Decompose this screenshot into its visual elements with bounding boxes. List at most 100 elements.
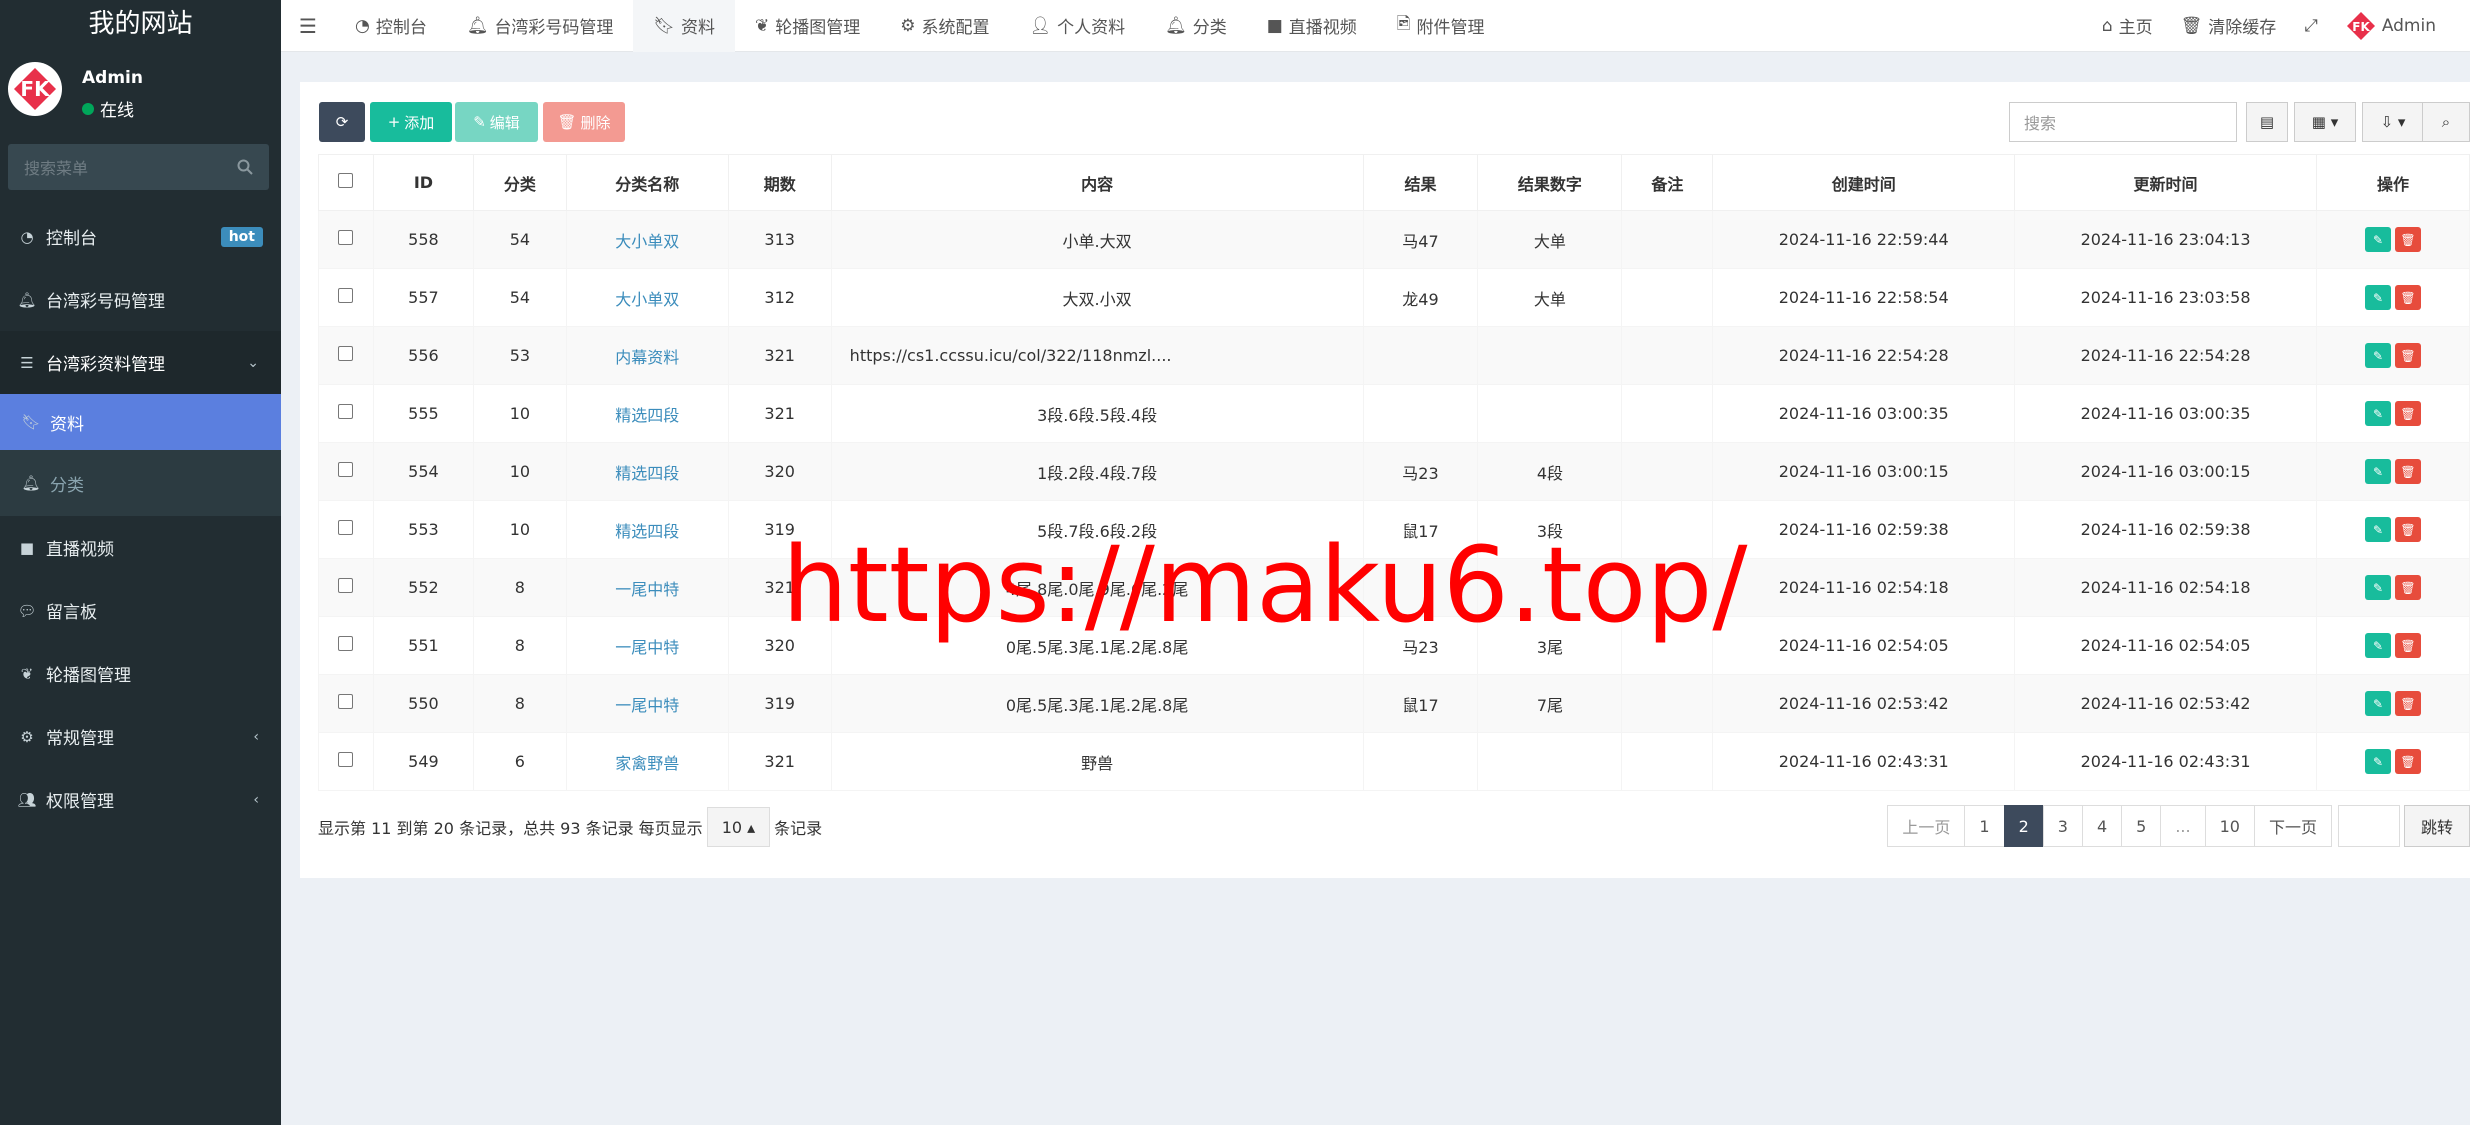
sidebar-toggle-button[interactable]: ☰ — [281, 0, 335, 52]
row-select-cell[interactable] — [318, 674, 374, 733]
page-button[interactable]: 3 — [2042, 805, 2083, 847]
delete-row-button[interactable]: 🗑︎ — [2394, 575, 2421, 600]
delete-row-button[interactable]: 🗑︎ — [2394, 401, 2421, 426]
edit-row-button[interactable]: ✎ — [2364, 749, 2391, 774]
sidebar-item-message-board[interactable]: 💬︎ 留言板 — [0, 579, 281, 642]
col-header[interactable]: 分类 — [472, 154, 567, 211]
col-header[interactable]: 结果数字 — [1477, 154, 1623, 211]
page-button[interactable]: 10 — [2204, 805, 2255, 847]
row-select-cell[interactable] — [318, 500, 374, 559]
row-checkbox[interactable] — [338, 752, 354, 767]
cell-category-name[interactable]: 家禽野兽 — [565, 732, 729, 791]
col-header[interactable]: 分类名称 — [565, 154, 729, 211]
tab-materials[interactable]: 🔖︎ 资料 — [633, 0, 736, 52]
delete-row-button[interactable]: 🗑︎ — [2394, 691, 2421, 716]
col-header[interactable]: 创建时间 — [1712, 154, 2016, 211]
row-select-cell[interactable] — [318, 616, 374, 675]
sidebar-item-category[interactable]: 🔔︎ 分类 — [0, 450, 281, 516]
columns-button[interactable]: ▦ ▾ — [2294, 102, 2356, 142]
page-jump-input[interactable] — [2337, 805, 2400, 847]
delete-row-button[interactable]: 🗑︎ — [2394, 749, 2421, 774]
admin-menu[interactable]: FK Admin — [2332, 11, 2470, 41]
delete-row-button[interactable]: 🗑︎ — [2394, 459, 2421, 484]
delete-row-button[interactable]: 🗑︎ — [2394, 285, 2421, 310]
page-jump-button[interactable]: 跳转 — [2403, 805, 2470, 847]
edit-row-button[interactable]: ✎ — [2364, 343, 2391, 368]
edit-row-button[interactable]: ✎ — [2364, 459, 2391, 484]
cell-category-name[interactable]: 一尾中特 — [565, 616, 729, 675]
cell-category-name[interactable]: 大小单双 — [565, 210, 729, 269]
col-header[interactable]: 备注 — [1621, 154, 1714, 211]
page-button[interactable]: 1 — [1964, 805, 2005, 847]
tab-attachments[interactable]: 🖻 附件管理 — [1377, 0, 1505, 52]
edit-row-button[interactable]: ✎ — [2364, 633, 2391, 658]
row-checkbox[interactable] — [338, 404, 354, 419]
sidebar-item-general[interactable]: ⚙ 常规管理 ‹ — [0, 705, 281, 768]
row-checkbox[interactable] — [338, 230, 354, 245]
tab-carousel[interactable]: ❦ 轮播图管理 — [735, 0, 880, 52]
col-header[interactable]: 更新时间 — [2014, 154, 2317, 211]
sidebar-item-dashboard[interactable]: ◔ 控制台 hot — [0, 205, 281, 268]
cell-category-name[interactable]: 大小单双 — [565, 268, 729, 327]
tab-profile[interactable]: 👤︎ 个人资料 — [1010, 0, 1146, 52]
cell-category-name[interactable]: 精选四段 — [565, 500, 729, 559]
row-select-cell[interactable] — [318, 210, 374, 269]
row-checkbox[interactable] — [338, 288, 354, 303]
export-button[interactable]: ⇩ ▾ — [2362, 102, 2424, 142]
sidebar-item-materials[interactable]: 🔖︎ 资料 — [0, 394, 281, 450]
tab-category[interactable]: 🔔︎ 分类 — [1145, 0, 1247, 52]
sidebar-item-data-manage[interactable]: ☰ 台湾彩资料管理 ⌄ — [0, 331, 281, 394]
sidebar-item-permissions[interactable]: 👥︎ 权限管理 ‹ — [0, 768, 281, 831]
cell-category-name[interactable]: 一尾中特 — [565, 558, 729, 617]
select-all-cell[interactable] — [318, 154, 374, 211]
fullscreen-button[interactable]: ⤢ — [2290, 16, 2332, 36]
edit-button[interactable]: ✎ 编辑 — [455, 102, 538, 142]
row-checkbox[interactable] — [338, 636, 354, 651]
row-checkbox[interactable] — [338, 462, 354, 477]
delete-row-button[interactable]: 🗑︎ — [2394, 633, 2421, 658]
clear-cache-button[interactable]: 🗑︎ 清除缓存 — [2167, 13, 2291, 39]
row-checkbox[interactable] — [338, 346, 354, 361]
home-link[interactable]: ⌂ 主页 — [2088, 13, 2167, 39]
col-header[interactable]: 期数 — [727, 154, 832, 211]
search-icon[interactable] — [237, 159, 253, 175]
page-button[interactable]: 4 — [2081, 805, 2123, 847]
cell-category-name[interactable]: 精选四段 — [565, 384, 729, 443]
tab-live-video[interactable]: ■ 直播视频 — [1247, 0, 1377, 52]
select-all-checkbox[interactable] — [338, 173, 354, 188]
tab-system-config[interactable]: ⚙ 系统配置 — [880, 0, 1009, 52]
row-checkbox[interactable] — [338, 694, 354, 709]
add-button[interactable]: + 添加 — [370, 102, 452, 142]
row-select-cell[interactable] — [318, 732, 374, 791]
delete-row-button[interactable]: 🗑︎ — [2394, 517, 2421, 542]
col-header[interactable]: ID — [372, 154, 474, 211]
sidebar-item-number-manage[interactable]: 🔔︎ 台湾彩号码管理 — [0, 268, 281, 331]
delete-row-button[interactable]: 🗑︎ — [2394, 227, 2421, 252]
tab-number-manage[interactable]: 🔔︎ 台湾彩号码管理 — [447, 0, 634, 52]
cell-category-name[interactable]: 一尾中特 — [565, 674, 729, 733]
edit-row-button[interactable]: ✎ — [2364, 227, 2391, 252]
cell-category-name[interactable]: 精选四段 — [565, 442, 729, 501]
edit-row-button[interactable]: ✎ — [2364, 401, 2391, 426]
sidebar-search-input[interactable]: 搜索菜单 — [8, 144, 269, 190]
prev-page-button[interactable]: 上一页 — [1887, 805, 1966, 847]
search-input[interactable]: 搜索 — [2009, 102, 2237, 142]
refresh-button[interactable]: ⟳ — [319, 102, 365, 142]
delete-row-button[interactable]: 🗑︎ — [2394, 343, 2421, 368]
row-select-cell[interactable] — [318, 384, 374, 443]
row-select-cell[interactable] — [318, 442, 374, 501]
col-header[interactable]: 内容 — [830, 154, 1364, 211]
sidebar-item-live-video[interactable]: ■ 直播视频 — [0, 516, 281, 579]
edit-row-button[interactable]: ✎ — [2364, 575, 2391, 600]
row-checkbox[interactable] — [338, 578, 354, 593]
toggle-view-button[interactable]: ▤ — [2246, 102, 2288, 142]
tab-dashboard[interactable]: ◔ 控制台 — [335, 0, 447, 52]
site-title[interactable]: 我的网站 — [0, 0, 281, 42]
next-page-button[interactable]: 下一页 — [2253, 805, 2332, 847]
row-select-cell[interactable] — [318, 326, 374, 385]
row-select-cell[interactable] — [318, 268, 374, 327]
edit-row-button[interactable]: ✎ — [2364, 691, 2391, 716]
row-select-cell[interactable] — [318, 558, 374, 617]
page-button[interactable]: 5 — [2121, 805, 2162, 847]
delete-button[interactable]: 🗑︎ 删除 — [543, 102, 625, 142]
